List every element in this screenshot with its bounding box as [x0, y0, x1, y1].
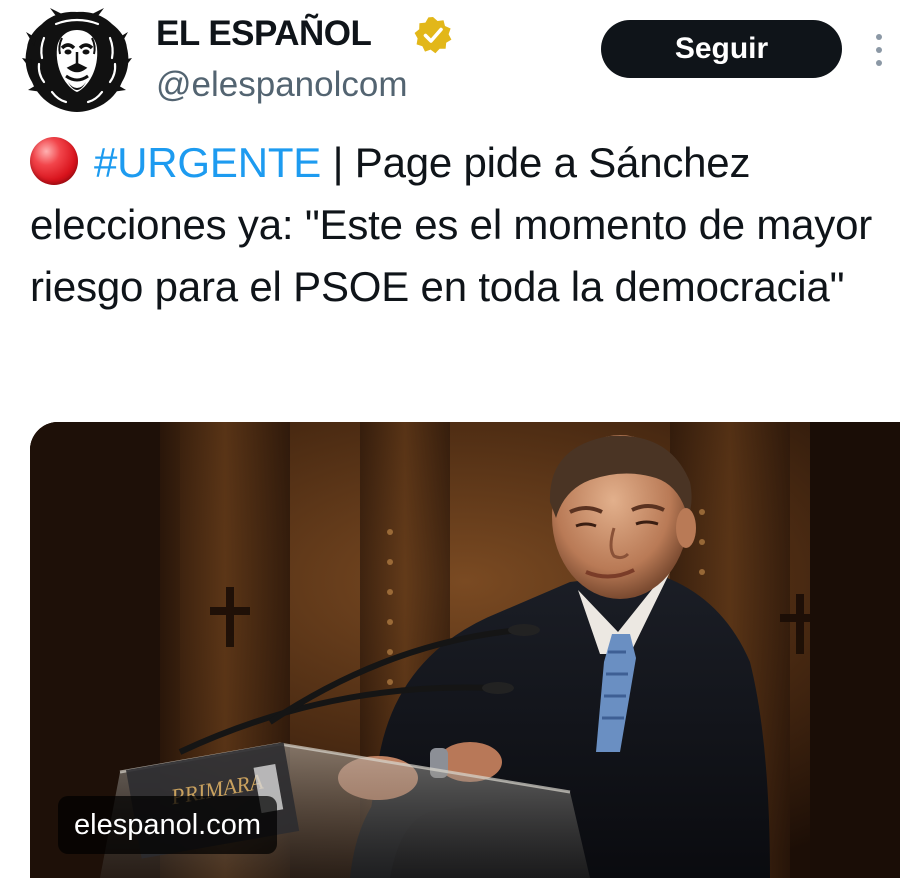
more-dot: [876, 34, 882, 40]
more-options-icon[interactable]: [866, 30, 892, 70]
account-handle[interactable]: @elespanolcom: [156, 63, 408, 107]
display-name[interactable]: EL ESPAÑOL: [156, 12, 372, 56]
more-dot: [876, 60, 882, 66]
source-domain-badge[interactable]: elespanol.com: [58, 796, 277, 854]
lion-logo-icon: [22, 8, 132, 112]
follow-button[interactable]: Seguir: [601, 20, 842, 78]
verified-badge-icon: [413, 15, 453, 55]
more-dot: [876, 47, 882, 53]
tweet-text: #URGENTE | Page pide a Sánchez eleccione…: [30, 132, 890, 318]
hashtag-link[interactable]: #URGENTE: [94, 139, 321, 186]
tweet-card: EL ESPAÑOL @elespanolcom Seguir #URGENTE…: [0, 0, 900, 878]
avatar[interactable]: [22, 8, 132, 112]
red-circle-icon: [30, 137, 78, 185]
